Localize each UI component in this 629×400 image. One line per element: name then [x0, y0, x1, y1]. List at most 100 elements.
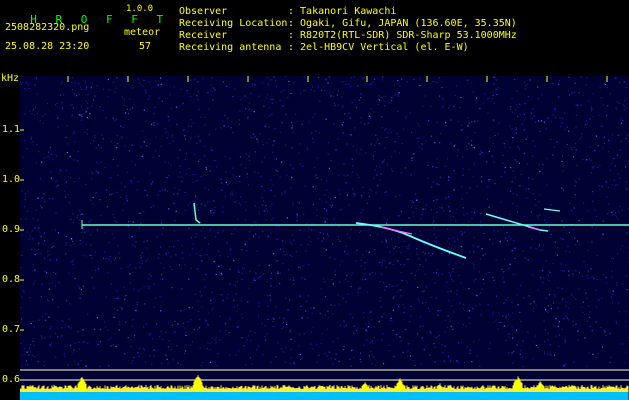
noise-speck [85, 183, 87, 185]
noise-speck [418, 299, 420, 301]
noise-speck [180, 310, 182, 312]
noise-speck [350, 365, 352, 367]
noise-speck [471, 140, 473, 142]
noise-speck [214, 206, 216, 208]
noise-speck [203, 278, 205, 280]
noise-speck [149, 172, 151, 174]
noise-speck [20, 321, 22, 324]
noise-speck [343, 349, 345, 351]
noise-speck [284, 191, 286, 194]
noise-speck [118, 252, 120, 254]
noise-speck [415, 193, 417, 195]
noise-speck [508, 125, 511, 127]
noise-speck [423, 349, 425, 351]
noise-speck [537, 347, 539, 349]
noise-speck [190, 126, 193, 128]
noise-speck [29, 235, 31, 237]
noise-speck [269, 115, 271, 117]
noise-speck [327, 153, 329, 155]
noise-speck [275, 158, 278, 160]
noise-speck [185, 331, 187, 333]
noise-speck [83, 131, 85, 133]
noise-speck [299, 267, 302, 269]
noise-speck [289, 330, 291, 332]
noise-speck [557, 287, 559, 289]
noise-speck [602, 233, 604, 235]
noise-speck [434, 142, 436, 144]
noise-speck [312, 137, 314, 139]
noise-speck [351, 349, 353, 351]
noise-speck [587, 270, 589, 272]
noise-speck [114, 91, 116, 93]
noise-speck [322, 277, 325, 280]
noise-speck [141, 130, 143, 132]
noise-speck [139, 288, 141, 290]
noise-speck [588, 316, 590, 318]
noise-speck [130, 180, 132, 183]
noise-speck [591, 226, 593, 228]
noise-speck [324, 281, 326, 283]
noise-speck [50, 343, 52, 345]
noise-speck [49, 146, 52, 149]
noise-speck [74, 277, 76, 280]
noise-speck [196, 268, 198, 270]
noise-speck [387, 132, 389, 134]
noise-speck [43, 365, 45, 367]
noise-speck [270, 179, 272, 181]
noise-speck [183, 129, 185, 131]
noise-speck [239, 181, 241, 183]
noise-speck [134, 334, 136, 336]
noise-speck [137, 352, 139, 354]
noise-speck [595, 135, 597, 137]
noise-speck [270, 361, 272, 363]
noise-speck [241, 273, 243, 275]
noise-speck [63, 353, 65, 355]
noise-speck [180, 364, 182, 366]
noise-speck [107, 78, 109, 81]
noise-speck [447, 315, 449, 317]
noise-speck [28, 238, 30, 240]
noise-speck [382, 333, 384, 335]
noise-speck [620, 122, 623, 124]
noise-speck [314, 113, 316, 115]
noise-speck [397, 306, 400, 308]
noise-speck [327, 310, 329, 312]
noise-speck [539, 194, 541, 196]
noise-speck [432, 166, 434, 168]
noise-speck [273, 253, 275, 255]
noise-speck [220, 178, 222, 180]
noise-speck [282, 240, 284, 242]
noise-speck [80, 119, 83, 121]
noise-speck [448, 206, 450, 208]
noise-speck [85, 243, 87, 245]
noise-speck [238, 326, 240, 328]
noise-speck [416, 248, 418, 250]
noise-speck [349, 358, 351, 360]
noise-speck [532, 140, 534, 142]
noise-speck [445, 122, 447, 124]
noise-speck [610, 163, 612, 165]
noise-speck [47, 298, 49, 300]
noise-speck [245, 108, 247, 110]
noise-speck [225, 181, 227, 184]
noise-speck [548, 230, 550, 232]
noise-speck [105, 258, 107, 260]
noise-speck [206, 254, 208, 256]
noise-speck [551, 120, 553, 122]
noise-speck [516, 132, 518, 134]
noise-speck [517, 304, 519, 306]
noise-speck [514, 257, 516, 260]
noise-speck [388, 344, 390, 347]
noise-speck [173, 230, 175, 232]
noise-speck [407, 355, 409, 357]
noise-speck [269, 98, 271, 100]
noise-speck [177, 193, 179, 195]
noise-speck [156, 323, 158, 325]
noise-speck [596, 215, 598, 217]
noise-speck [226, 117, 229, 119]
noise-speck [165, 252, 167, 254]
noise-speck [612, 210, 615, 212]
noise-speck [615, 320, 617, 323]
noise-speck [431, 186, 433, 188]
noise-speck [398, 237, 400, 239]
